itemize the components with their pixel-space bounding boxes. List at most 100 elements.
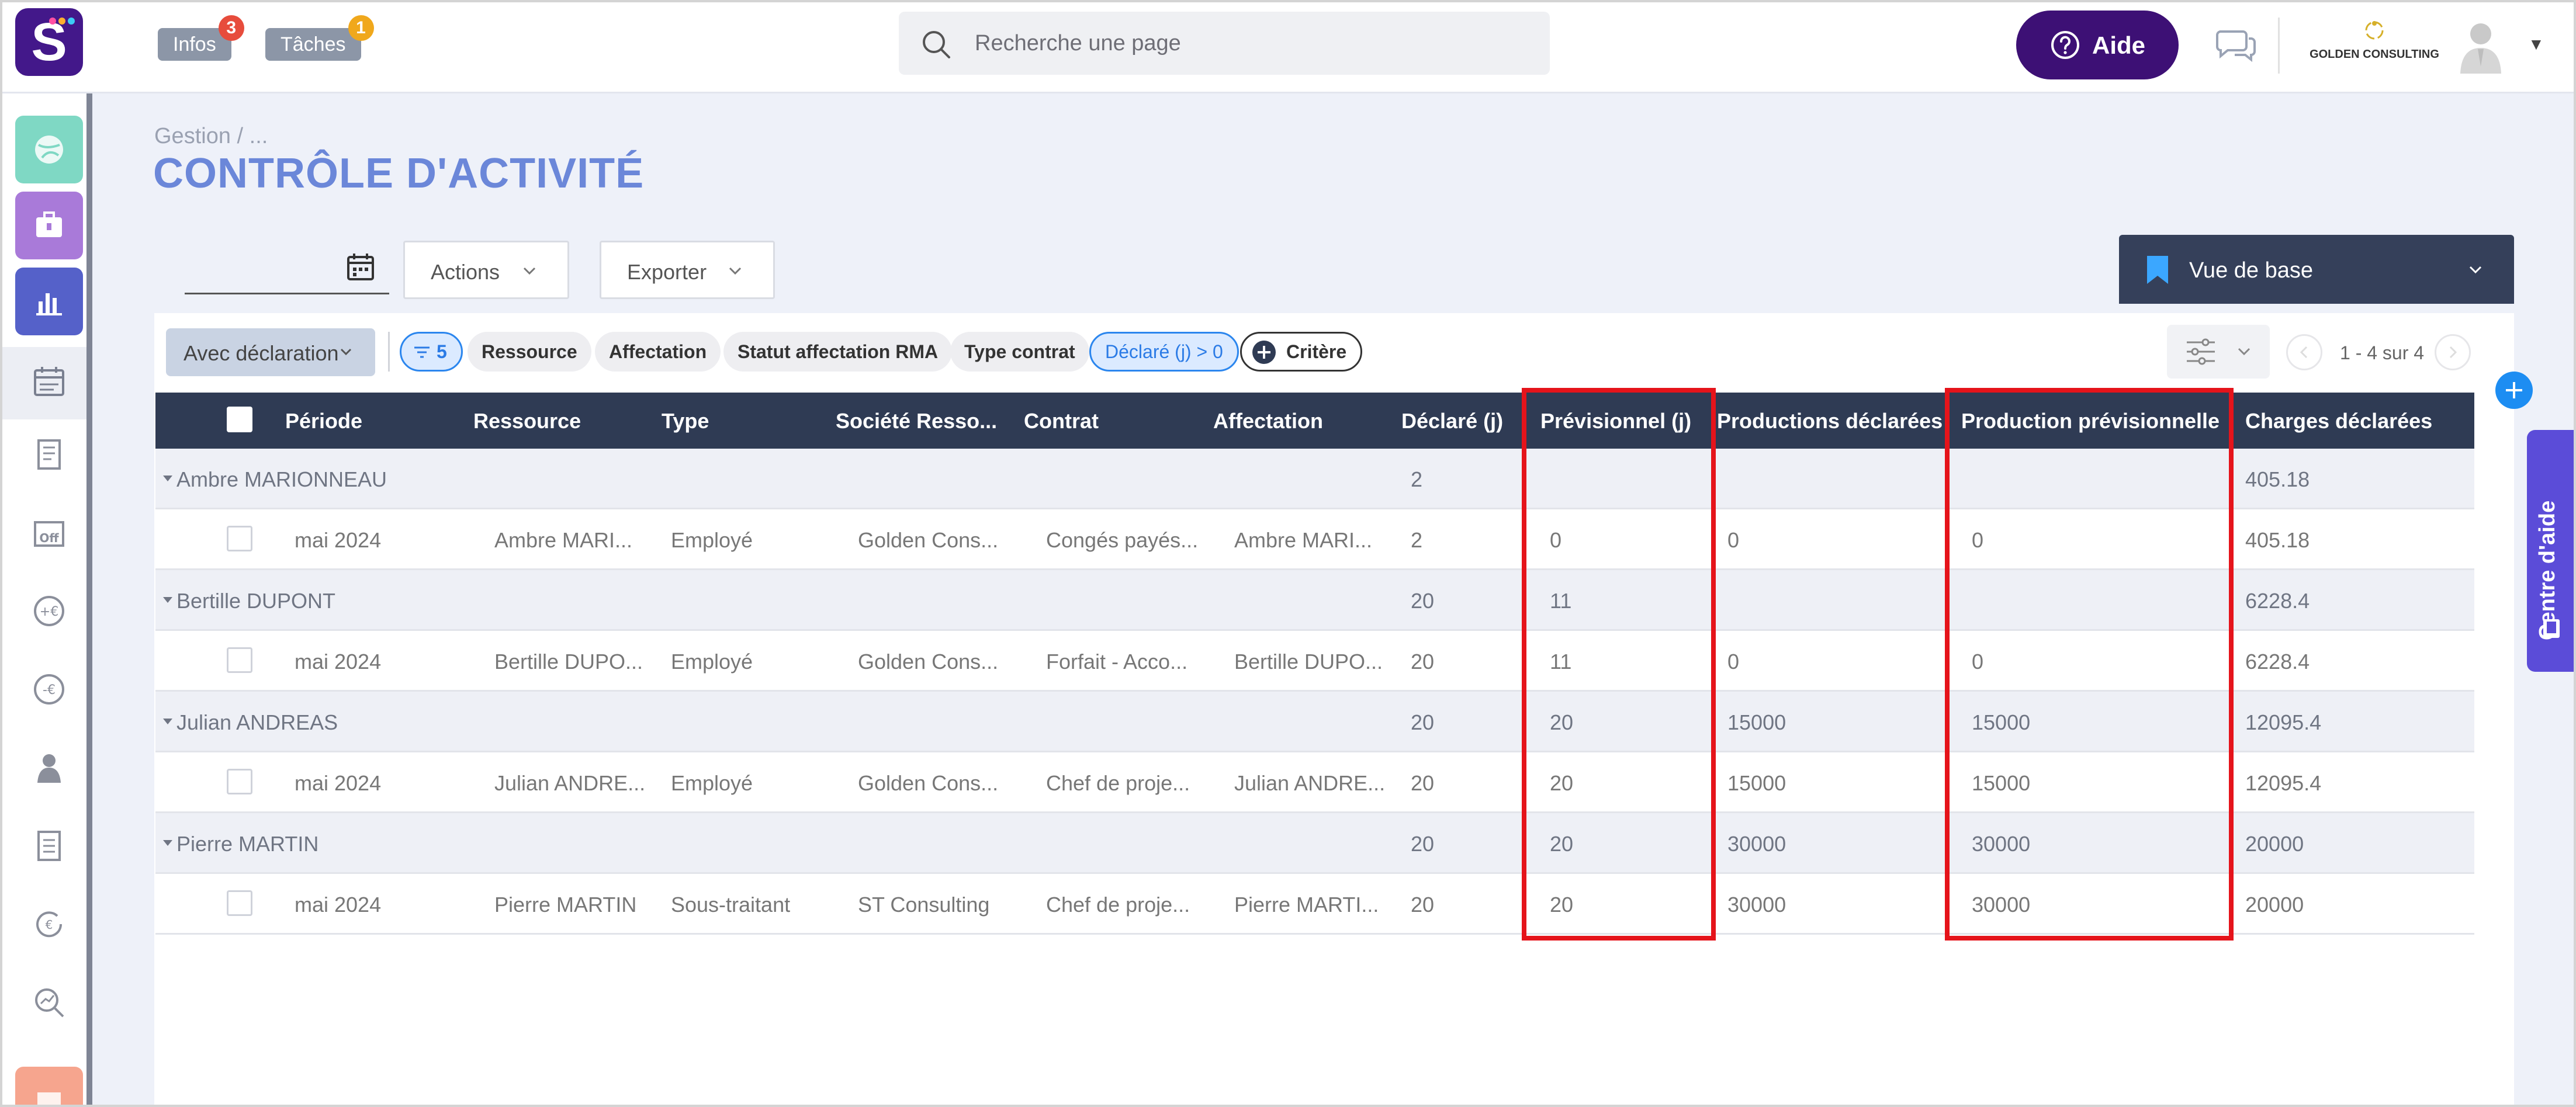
col-header-charges-declarees[interactable]: Charges déclarées <box>2245 409 2432 433</box>
taches-button[interactable]: Tâches 1 <box>265 15 374 61</box>
chevron-down-icon <box>2238 348 2250 356</box>
row-checkbox[interactable] <box>227 526 252 551</box>
caret-down-icon[interactable] <box>161 594 174 606</box>
breadcrumb[interactable]: Gestion / ... <box>154 124 268 149</box>
pager-prev-button[interactable] <box>2286 334 2322 370</box>
table-row[interactable]: mai 2024 Julian ANDRE... Employé Golden … <box>155 752 2474 813</box>
filter-chip-declare-active[interactable]: Déclaré (j) > 0 <box>1089 332 1239 372</box>
off-calendar-icon[interactable]: Off <box>32 515 67 550</box>
cell-declare: 2 <box>1411 528 1423 552</box>
invoice-icon[interactable] <box>32 437 67 472</box>
cell-affectation: Pierre MARTI... <box>1234 893 1379 917</box>
group-name: Julian ANDREAS <box>176 710 338 734</box>
col-header-production-previsionnelle[interactable]: Production prévisionnelle <box>1961 409 2220 433</box>
cell-societe: Golden Cons... <box>858 528 999 552</box>
cell-affectation: Bertille DUPO... <box>1234 650 1383 674</box>
col-header-productions-declarees[interactable]: Productions déclarées <box>1717 409 1943 433</box>
filter-count-chip[interactable]: 5 <box>400 332 463 372</box>
filter-chip-type-contrat[interactable]: Type contrat <box>950 332 1089 372</box>
add-criteria-label: Critère <box>1286 341 1347 362</box>
document-icon[interactable] <box>32 828 67 863</box>
company-switcher[interactable]: GOLDEN CONSULTING <box>2307 18 2442 74</box>
select-all-checkbox[interactable] <box>227 407 252 432</box>
company-logo-icon <box>2365 21 2384 40</box>
sidebar: Off +€ -€ € <box>0 93 92 1107</box>
top-bar: S Infos 3 Tâches 1 Aide GOLDEN CO <box>0 0 2576 93</box>
user-avatar[interactable] <box>2454 18 2507 74</box>
aide-button[interactable]: Aide <box>2016 11 2179 79</box>
caret-down-icon[interactable] <box>161 715 174 728</box>
sidebar-item-bottom[interactable] <box>15 1067 83 1107</box>
cell-charges-declarees: 12095.4 <box>2245 771 2322 795</box>
row-checkbox[interactable] <box>227 769 252 794</box>
sidebar-item-reports[interactable] <box>15 268 83 335</box>
company-name: GOLDEN CONSULTING <box>2310 48 2439 61</box>
question-icon <box>2051 31 2079 59</box>
table-group-row[interactable]: Bertille DUPONT 20 11 6228.4 <box>155 570 2474 631</box>
add-criteria-button[interactable]: Critère <box>1240 332 1363 372</box>
table-group-row[interactable]: Pierre MARTIN 20 20 30000 30000 20000 <box>155 813 2474 874</box>
col-header-type[interactable]: Type <box>662 409 709 433</box>
infos-button[interactable]: Infos 3 <box>158 15 244 61</box>
table-row[interactable]: mai 2024 Pierre MARTIN Sous-traitant ST … <box>155 874 2474 935</box>
col-header-contrat[interactable]: Contrat <box>1024 409 1099 433</box>
group-name: Pierre MARTIN <box>176 832 319 856</box>
table-group-row[interactable]: Julian ANDREAS 20 20 15000 15000 12095.4 <box>155 692 2474 752</box>
columns-settings-button[interactable] <box>2167 325 2270 379</box>
col-header-periode[interactable]: Période <box>285 409 362 433</box>
cell-previsionnel: 0 <box>1550 528 1562 552</box>
table-row[interactable]: mai 2024 Ambre MARI... Employé Golden Co… <box>155 509 2474 570</box>
col-header-ressource[interactable]: Ressource <box>473 409 581 433</box>
row-checkbox[interactable] <box>227 647 252 673</box>
person-icon[interactable] <box>32 750 67 785</box>
caret-down-icon[interactable] <box>161 472 174 485</box>
caret-down-icon[interactable] <box>161 837 174 849</box>
cell-charges-declarees: 405.18 <box>2245 467 2310 491</box>
search-input[interactable] <box>975 26 1501 61</box>
sidebar-item-dashboard[interactable] <box>15 116 83 183</box>
expense-icon[interactable]: -€ <box>32 672 67 707</box>
row-checkbox[interactable] <box>227 890 252 916</box>
col-header-previsionnel[interactable]: Prévisionnel (j) <box>1540 409 1691 433</box>
calendar-picker-icon[interactable] <box>346 252 375 282</box>
chevron-left-icon <box>2300 346 2308 359</box>
app-logo[interactable]: S <box>15 8 83 76</box>
sidebar-item-projects[interactable] <box>15 192 83 259</box>
filter-chip-ressource[interactable]: Ressource <box>468 332 591 372</box>
filter-chip-affectation[interactable]: Affectation <box>595 332 721 372</box>
group-name: Ambre MARIONNEAU <box>176 467 387 491</box>
declaration-filter-dropdown[interactable]: Avec déclaration <box>166 328 375 376</box>
svg-text:Off: Off <box>39 531 59 545</box>
chevron-down-icon <box>523 267 536 275</box>
date-field[interactable] <box>185 240 389 294</box>
cell-productions-declarees: 0 <box>1727 650 1740 674</box>
analytics-search-icon[interactable] <box>32 985 67 1020</box>
cell-production-previsionnelle: 0 <box>1972 528 1984 552</box>
search-bar[interactable] <box>899 12 1550 75</box>
col-header-declare[interactable]: Déclaré (j) <box>1401 409 1503 433</box>
cell-periode: mai 2024 <box>295 528 382 552</box>
add-button[interactable] <box>2495 372 2533 409</box>
filter-chip-statut-rma[interactable]: Statut affectation RMA <box>723 332 953 372</box>
export-label: Exporter <box>627 260 707 284</box>
pager-next-button[interactable] <box>2435 334 2471 370</box>
col-header-societe[interactable]: Société Resso... <box>836 409 997 433</box>
plus-circle-icon <box>1252 341 1276 364</box>
table-group-row[interactable]: Ambre MARIONNEAU 2 405.18 <box>155 449 2474 509</box>
table-row[interactable]: mai 2024 Bertille DUPO... Employé Golden… <box>155 631 2474 692</box>
chat-icon[interactable] <box>2215 26 2257 64</box>
cell-ressource: Bertille DUPO... <box>494 650 643 674</box>
actions-dropdown[interactable]: Actions <box>403 241 569 299</box>
income-icon[interactable]: +€ <box>32 594 67 629</box>
help-center-tab[interactable]: Centre d'aide <box>2527 430 2576 672</box>
export-dropdown[interactable]: Exporter <box>600 241 775 299</box>
cell-previsionnel: 20 <box>1550 710 1574 734</box>
filter-divider <box>388 332 390 372</box>
col-header-affectation[interactable]: Affectation <box>1213 409 1323 433</box>
view-selector[interactable]: Vue de base <box>2119 235 2514 304</box>
user-menu-caret-icon[interactable]: ▼ <box>2528 35 2544 54</box>
view-label: Vue de base <box>2189 258 2313 283</box>
cell-ressource: Pierre MARTIN <box>494 893 637 917</box>
euro-cycle-icon[interactable]: € <box>32 907 67 942</box>
sidebar-item-activity-active[interactable] <box>0 347 86 419</box>
